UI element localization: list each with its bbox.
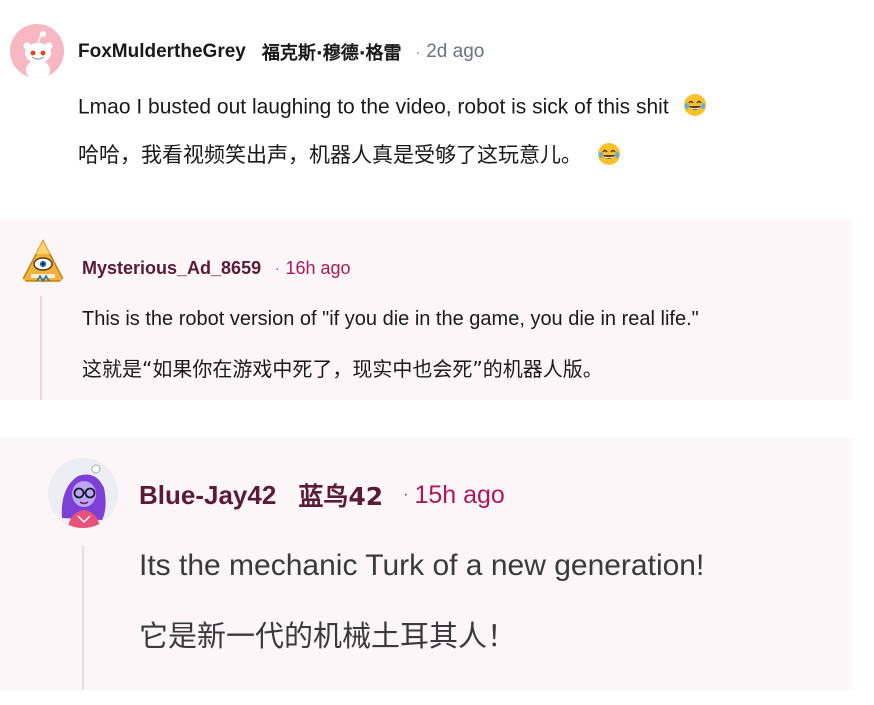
comment-1: FoxMuldertheGrey 福克斯·穆德·格雷 · 2d ago Lmao… <box>0 0 874 200</box>
comment-header: Mysterious_Ad_8659 · 16h ago <box>82 255 351 281</box>
comment-text-en: This is the robot version of "if you die… <box>82 308 699 330</box>
comment-text-zh: 它是新一代的机械土耳其人！ <box>139 619 517 653</box>
comment-text: Lmao I busted out laughing to the video,… <box>78 93 707 123</box>
separator-dot: · <box>275 260 280 276</box>
user-avatar[interactable] <box>17 236 69 288</box>
thread-line[interactable] <box>40 296 42 400</box>
username[interactable]: FoxMuldertheGrey <box>78 41 246 63</box>
comment-header: Blue-Jay42 蓝鸟42 · 15h ago <box>139 478 505 512</box>
timestamp[interactable]: 16h ago <box>285 258 350 279</box>
illuminati-eye-icon <box>20 239 66 283</box>
comment-text-en: Its the mechanic Turk of a new generatio… <box>139 549 705 582</box>
username[interactable]: Mysterious_Ad_8659 <box>82 258 261 279</box>
comment-text-zh: 这就是“如果你在游戏中死了，现实中也会死”的机器人版。 <box>82 357 603 381</box>
username-translation: 蓝鸟42 <box>298 482 384 511</box>
timestamp[interactable]: 2d ago <box>426 41 484 63</box>
comment-translation: 哈哈，我看视频笑出声，机器人真是受够了这玩意儿。 <box>78 139 621 171</box>
comment-header: FoxMuldertheGrey 福克斯·穆德·格雷 · 2d ago <box>78 38 484 66</box>
username[interactable]: Blue-Jay42 <box>139 480 276 511</box>
comment-3: Blue-Jay42 蓝鸟42 · 15h ago Its the mechan… <box>0 438 852 690</box>
comment-2: Mysterious_Ad_8659 · 16h ago This is the… <box>0 220 852 400</box>
purple-hair-avatar-icon <box>48 458 118 528</box>
timestamp[interactable]: 15h ago <box>414 481 504 510</box>
thread-line[interactable] <box>82 546 84 690</box>
separator-dot: · <box>415 44 421 60</box>
comment-text-zh: 哈哈，我看视频笑出声，机器人真是受够了这玩意儿。 <box>78 143 582 167</box>
user-avatar[interactable] <box>48 458 118 528</box>
laughing-crying-emoji-icon <box>683 93 707 123</box>
laughing-crying-emoji-icon <box>597 142 621 171</box>
separator-dot: · <box>403 486 409 503</box>
reddit-snoo-icon <box>10 24 64 78</box>
comment-text-en: Lmao I busted out laughing to the video,… <box>78 95 669 119</box>
user-avatar[interactable] <box>10 24 64 78</box>
username-translation: 福克斯·穆德·格雷 <box>261 43 402 64</box>
